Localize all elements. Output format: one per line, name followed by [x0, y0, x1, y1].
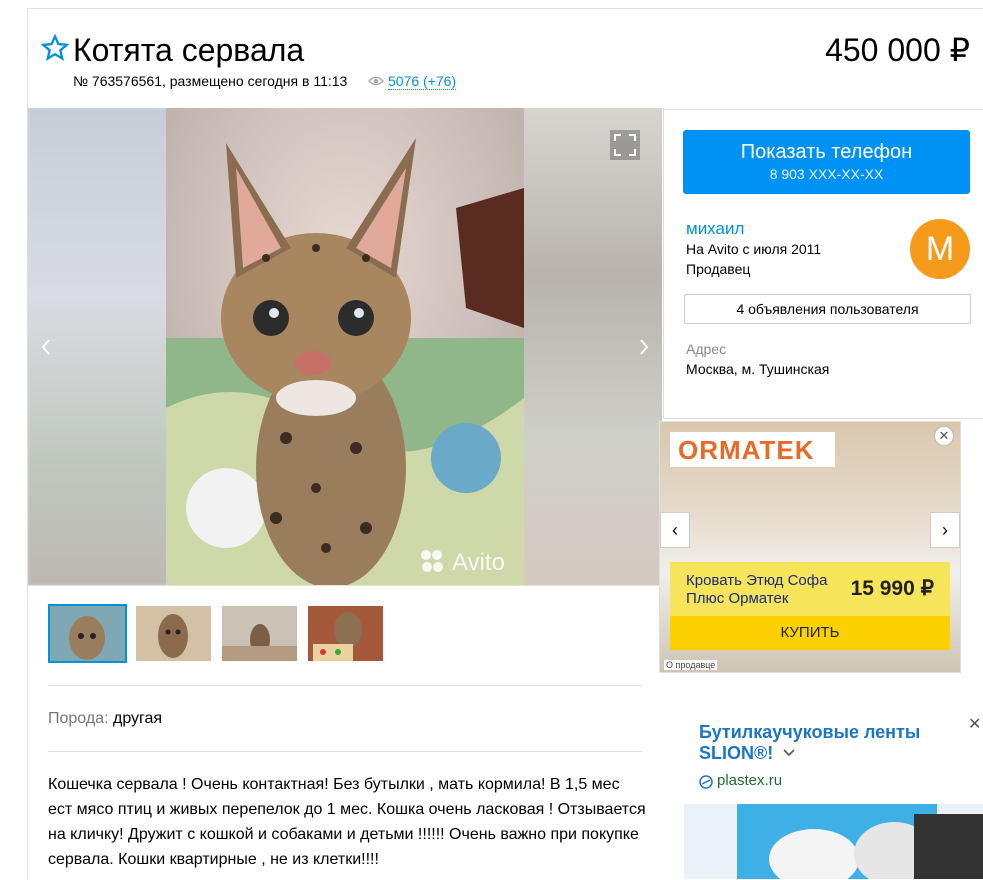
- listing-description: Кошечка сервала ! Очень контактная! Без …: [48, 776, 646, 868]
- seller-since: На Avito с июля 2011: [686, 241, 822, 257]
- chevron-down-icon[interactable]: [782, 748, 796, 758]
- seller-panel: Показать телефон 8 903 XXX-XX-XX михаил …: [663, 108, 983, 419]
- slion-ad-domain[interactable]: plastex.ru: [717, 772, 782, 789]
- listing-header: Котята сервала 450 000 ₽ № 763576561, ра…: [28, 9, 983, 110]
- ormatek-logo: ORMATEK: [678, 435, 815, 465]
- close-icon[interactable]: ✕: [968, 714, 981, 734]
- thumbnail-1[interactable]: [48, 604, 127, 663]
- eye-icon: [368, 76, 384, 86]
- link-icon: [699, 775, 713, 789]
- main-photo[interactable]: [166, 108, 524, 585]
- address-label: Адрес: [686, 341, 727, 357]
- breed-param: Порода: другая: [48, 710, 162, 728]
- watermark-text: Avito: [452, 549, 505, 576]
- chevron-left-icon[interactable]: ‹: [660, 512, 690, 548]
- divider: [48, 685, 642, 686]
- ad-price: 15 990 ₽: [850, 577, 934, 600]
- ormatek-ad[interactable]: ORMATEK ✕ ‹ › Кровать Этюд Софа Плюс Орм…: [659, 421, 961, 673]
- photo-gallery[interactable]: Avito: [28, 108, 662, 586]
- thumbnail-3[interactable]: [222, 606, 297, 661]
- listing-price: 450 000 ₽: [825, 32, 970, 68]
- close-icon[interactable]: ✕: [934, 426, 954, 446]
- star-icon[interactable]: [41, 34, 69, 62]
- user-ads-button[interactable]: 4 объявления пользователя: [684, 294, 971, 324]
- views-link[interactable]: 5076 (+76): [388, 73, 457, 90]
- seller-name-link[interactable]: михаил: [686, 219, 744, 239]
- page-title: Котята сервала: [73, 32, 305, 68]
- listing-meta: № 763576561, размещено сегодня в 11:13: [73, 73, 348, 89]
- slion-ad-title[interactable]: Бутилкаучуковые ленты SLION®!: [699, 722, 939, 764]
- breed-value: другая: [112, 710, 163, 727]
- show-phone-label: Показать телефон: [740, 141, 913, 163]
- divider: [48, 751, 642, 752]
- ad-offer-panel: Кровать Этюд Софа Плюс Орматек 15 990 ₽ …: [670, 562, 950, 650]
- chevron-right-icon[interactable]: ›: [930, 512, 960, 548]
- thumbnail-2[interactable]: [136, 606, 211, 661]
- breed-label: Порода:: [48, 710, 109, 727]
- seller-role: Продавец: [686, 261, 751, 277]
- ad-product-name[interactable]: Кровать Этюд Софа Плюс Орматек: [686, 572, 836, 608]
- thumbnail-4[interactable]: [308, 606, 383, 661]
- chevron-left-icon[interactable]: [38, 336, 54, 358]
- avatar[interactable]: M: [910, 219, 970, 279]
- slion-ad-image[interactable]: [684, 804, 983, 879]
- show-phone-button[interactable]: Показать телефон 8 903 XXX-XX-XX: [683, 130, 970, 194]
- address-value: Москва, м. Тушинская: [686, 361, 830, 377]
- avito-watermark: Avito: [421, 549, 505, 576]
- ad-buy-button[interactable]: КУПИТЬ: [670, 616, 950, 650]
- chevron-right-icon[interactable]: [636, 336, 652, 358]
- fullscreen-icon[interactable]: [610, 130, 640, 160]
- ad-about-seller[interactable]: О продавце: [664, 660, 718, 670]
- phone-masked: 8 903 XXX-XX-XX: [769, 166, 884, 182]
